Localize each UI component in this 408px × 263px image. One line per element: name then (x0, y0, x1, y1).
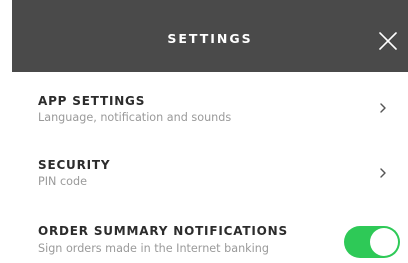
chevron-right-icon (380, 168, 386, 178)
toggle-knob (370, 228, 398, 256)
settings-item-order-summary: ORDER SUMMARY NOTIFICATIONS Sign orders … (12, 198, 408, 263)
left-edge (0, 0, 12, 263)
close-button[interactable] (372, 25, 402, 55)
settings-item-title: SECURITY (38, 158, 111, 172)
settings-item-subtitle: Language, notification and sounds (38, 111, 232, 124)
chevron-right-icon (380, 103, 386, 113)
order-notifications-toggle[interactable] (344, 226, 400, 258)
settings-item-title: APP SETTINGS (38, 94, 146, 108)
settings-item-title: ORDER SUMMARY NOTIFICATIONS (38, 224, 288, 238)
settings-item-app-settings[interactable]: APP SETTINGS Language, notification and … (12, 84, 408, 144)
page-title: SETTINGS (167, 31, 253, 46)
settings-header: SETTINGS (12, 0, 408, 72)
close-icon (379, 32, 397, 50)
settings-item-subtitle: Sign orders made in the Internet banking (38, 242, 269, 255)
settings-item-subtitle: PIN code (38, 175, 87, 188)
